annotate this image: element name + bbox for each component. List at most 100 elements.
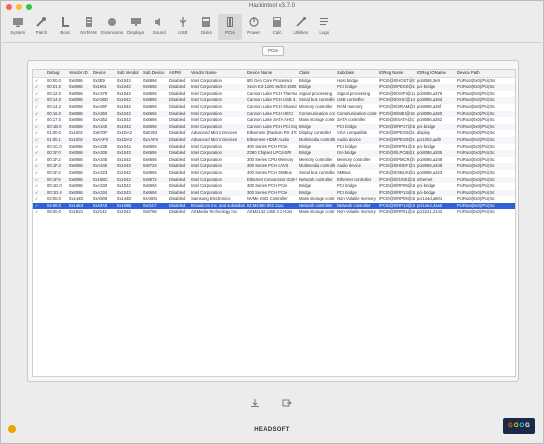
row-checkbox[interactable]: ✓ <box>33 150 45 157</box>
table-cell: /PCI0@0/RP01@1C <box>379 143 415 149</box>
row-checkbox[interactable]: ✓ <box>33 124 45 131</box>
table-row[interactable]: ✓ 00:1B.0 0x8086 0xA340 0x1043 0x8694 Disabled… <box>33 123 515 131</box>
column-header[interactable]: Device Path <box>455 70 495 77</box>
table-cell: 0x8694 <box>143 103 157 109</box>
table-cell: 0x8086 <box>69 176 83 182</box>
table-row[interactable]: ✓ 00:01.0 0x8086 0x1901 0x1043 0x8694 Disabled… <box>33 84 515 91</box>
toolbar-pcie[interactable]: PCIe <box>218 14 242 40</box>
row-checkbox[interactable]: ✓ <box>33 163 45 170</box>
column-header[interactable]: IOReg Name <box>377 70 415 77</box>
row-checkbox[interactable]: ✓ <box>33 190 45 197</box>
segment-pcie[interactable]: PCIe <box>262 46 284 56</box>
toolbar-sound[interactable]: Sound <box>147 14 171 40</box>
table-cell: 00:1B.0 <box>47 123 62 129</box>
row-checkbox[interactable]: ✓ <box>33 130 45 137</box>
toolbar-calc[interactable]: Calc <box>265 14 289 40</box>
row-checkbox[interactable]: ✓ <box>33 203 45 210</box>
column-header[interactable] <box>33 70 45 77</box>
toolbar-logs[interactable]: Logs <box>313 14 337 40</box>
table-cell: Non-Volatile memory <box>337 196 376 202</box>
row-checkbox[interactable]: ✓ <box>33 104 45 111</box>
toolbar-system[interactable]: System <box>6 14 30 40</box>
table-cell: 00:1F.0 <box>47 150 61 156</box>
table-cell: Audio device <box>337 163 361 169</box>
row-checkbox[interactable]: ✓ <box>33 144 45 151</box>
toolbar-displays[interactable]: Displays <box>124 14 148 40</box>
row-checkbox[interactable]: ✓ <box>33 183 45 190</box>
table-cell: Cannon Lake PCH Shared SRAM <box>247 103 297 109</box>
column-header[interactable]: Sub Vendor <box>115 70 141 77</box>
toolbar-extensions[interactable]: Extensions <box>100 14 124 40</box>
table-row[interactable]: ✓ 00:1D.4 0x8086 0xA334 0x1043 0x8694 Disabled… <box>33 189 515 197</box>
toolbar-disks[interactable]: Disks <box>195 14 219 40</box>
column-header[interactable]: Subclass <box>335 70 377 77</box>
row-checkbox[interactable]: ✓ <box>33 177 45 184</box>
table-cell: 04:00.0 <box>47 202 61 208</box>
table-cell: Disabled <box>169 77 186 83</box>
table-cell: USB controller <box>337 97 364 103</box>
row-checkbox[interactable]: ✓ <box>33 196 45 203</box>
table-row[interactable]: ✓ 00:1D.0 0x8086 0xA330 0x1043 0x8694 Disabled… <box>33 183 515 190</box>
table-row[interactable]: ✓ 00:14.0 0x8086 0xA36D 0x1043 0x8694 Disabled… <box>33 97 515 104</box>
bottom-actions <box>250 398 292 408</box>
table-row[interactable]: ✓ 00:1F.4 0x8086 0xA323 0x1043 0x8694 Disabled… <box>33 169 515 177</box>
column-header[interactable]: Sub Device <box>141 70 167 77</box>
column-header[interactable]: Vendor ID <box>67 70 91 77</box>
toolbar-usb[interactable]: USB <box>171 14 195 40</box>
table-row[interactable]: ✓ 01:00.1 0x1002 0xAAF0 0x1DA2 0xAAF0 Disabled… <box>33 136 515 144</box>
row-checkbox[interactable]: ✓ <box>33 91 45 98</box>
table-row[interactable]: ✓ 05:00.0 0x1B21 0x2142 0x1043 0x8756 Disabled… <box>33 209 515 217</box>
column-header[interactable]: Device <box>91 70 115 77</box>
table-cell: /PCI0@0/LPCB@1F <box>379 150 415 156</box>
table-cell: 0x1002 <box>69 136 83 142</box>
table-row[interactable]: ✓ 00:1F.3 0x8086 0xA348 0x1043 0x8724 Disabled… <box>33 163 515 170</box>
table-cell: 0x8086 <box>69 90 83 96</box>
toolbar-boot[interactable]: Boot <box>53 14 77 40</box>
table-row[interactable]: ✓ 04:00.0 0x14E4 0x43A0 0x106B 0x0117 Disabled… <box>33 202 515 210</box>
table-row[interactable]: ✓ 03:00.0 0x144D 0xA808 0x144D 0xA801 Disabled… <box>33 196 515 203</box>
table-row[interactable]: ✓ 00:00.0 0x8086 0x3E9 0x1043 0x8694 Disabled I… <box>33 77 515 85</box>
column-header[interactable]: ASPM <box>167 70 189 77</box>
table-cell: Disabled <box>169 176 186 182</box>
table-cell: NVMe SSD Controller <box>247 196 288 202</box>
table-row[interactable]: ✓ 00:1F.6 0x8086 0x15BC 0x1043 0x8672 Disabled… <box>33 176 515 184</box>
row-checkbox[interactable]: ✓ <box>33 117 45 124</box>
table-row[interactable]: ✓ 00:17.0 0x8086 0xA352 0x1043 0x8694 Disabled… <box>33 117 515 124</box>
table-cell: 300 Series PCH PCIe <box>247 189 288 195</box>
column-header[interactable]: IOReg IOName <box>415 70 455 77</box>
column-header[interactable]: Class <box>297 70 335 77</box>
table-row[interactable]: ✓ 00:16.0 0x8086 0xA360 0x1043 0x8694 Disabled… <box>33 110 515 118</box>
export-icon[interactable] <box>250 398 260 408</box>
usb-icon <box>179 17 187 27</box>
table-cell: 0x1043 <box>117 169 131 175</box>
table-cell: Bridge <box>299 183 312 189</box>
row-checkbox[interactable]: ✓ <box>33 78 45 85</box>
table-row[interactable]: ✓ 00:1C.0 0x8086 0xA338 0x1043 0x8694 Disabled… <box>33 143 515 151</box>
table-row[interactable]: ✓ 00:1F.0 0x8086 0xA305 0x1043 0x8694 Disabled… <box>33 150 515 157</box>
table-cell: Ethernet controller <box>337 176 372 182</box>
toolbar-utilities[interactable]: Utilities <box>289 14 313 40</box>
table-row[interactable]: ✓ 00:12.0 0x8086 0xA379 0x1043 0x8694 Disabled… <box>33 90 515 98</box>
row-checkbox[interactable]: ✓ <box>33 84 45 91</box>
table-cell: Disabled <box>169 130 186 136</box>
column-header[interactable]: Debug <box>45 70 67 77</box>
toolbar-patch[interactable]: Patch <box>30 14 54 40</box>
row-checkbox[interactable]: ✓ <box>33 209 45 216</box>
import-icon[interactable] <box>282 398 292 408</box>
row-checkbox[interactable]: ✓ <box>33 137 45 144</box>
column-header[interactable]: Vendor Name <box>189 70 245 77</box>
table-row[interactable]: ✓ 00:14.2 0x8086 0xA36F 0x1043 0x8694 Disabled… <box>33 103 515 111</box>
column-header[interactable]: Device Name <box>245 70 297 77</box>
table-cell: 0x8086 <box>69 163 83 169</box>
table-row[interactable]: ✓ 00:1F.2 0x8086 0xA348 0x1043 0x8694 Disabled… <box>33 156 515 164</box>
row-checkbox[interactable]: ✓ <box>33 157 45 164</box>
donate-badge[interactable]: G O O G <box>503 418 535 434</box>
table-row[interactable]: ✓ 01:00.0 0x1002 0x67DF 0x1DA2 0xE353 Disabled… <box>33 130 515 137</box>
toolbar-power[interactable]: Power <box>242 14 266 40</box>
row-checkbox[interactable]: ✓ <box>33 97 45 104</box>
toolbar-label: Displays <box>127 30 145 35</box>
row-checkbox[interactable]: ✓ <box>33 111 45 118</box>
row-checkbox[interactable]: ✓ <box>33 170 45 177</box>
toolbar-nvram[interactable]: NVRAM <box>77 14 101 40</box>
table-cell: /PCI0@0/RP09@1D <box>379 183 415 189</box>
